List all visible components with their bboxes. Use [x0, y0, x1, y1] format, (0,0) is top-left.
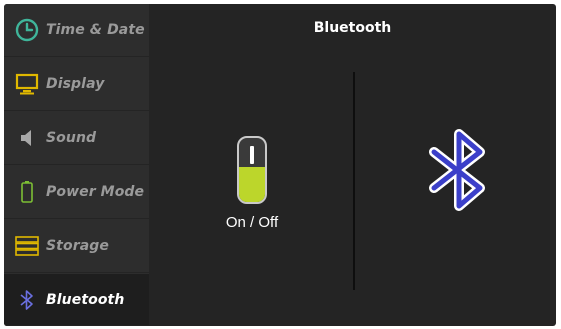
- battery-icon: [14, 179, 40, 205]
- bluetooth-icon: [14, 287, 40, 313]
- sidebar: Time & Date Display Sound Power Mode Sto…: [4, 4, 149, 326]
- sidebar-item-label: Power Mode: [46, 184, 145, 200]
- settings-screen: Time & Date Display Sound Power Mode Sto…: [4, 4, 556, 326]
- bluetooth-toggle[interactable]: [237, 136, 267, 204]
- panel-divider: [353, 72, 355, 290]
- sidebar-item-label: Time & Date: [46, 22, 145, 38]
- bluetooth-icon: [428, 128, 488, 212]
- monitor-icon: [14, 71, 40, 97]
- toggle-knob: [250, 146, 254, 164]
- sidebar-item-label: Storage: [46, 238, 109, 254]
- toggle-label: On / Off: [225, 214, 279, 231]
- speaker-icon: [14, 125, 40, 151]
- sidebar-item-storage[interactable]: Storage: [4, 220, 149, 273]
- sidebar-item-bluetooth[interactable]: Bluetooth: [4, 274, 149, 326]
- storage-icon: [14, 233, 40, 259]
- sidebar-item-label: Sound: [46, 130, 97, 146]
- sidebar-item-label: Display: [46, 76, 105, 92]
- sidebar-item-label: Bluetooth: [46, 291, 125, 308]
- sidebar-item-sound[interactable]: Sound: [4, 112, 149, 165]
- sidebar-item-power-mode[interactable]: Power Mode: [4, 166, 149, 219]
- page-title: Bluetooth: [313, 20, 392, 36]
- sidebar-item-time-date[interactable]: Time & Date: [4, 4, 149, 57]
- toggle-fill: [239, 166, 265, 202]
- sidebar-item-display[interactable]: Display: [4, 58, 149, 111]
- clock-icon: [14, 17, 40, 43]
